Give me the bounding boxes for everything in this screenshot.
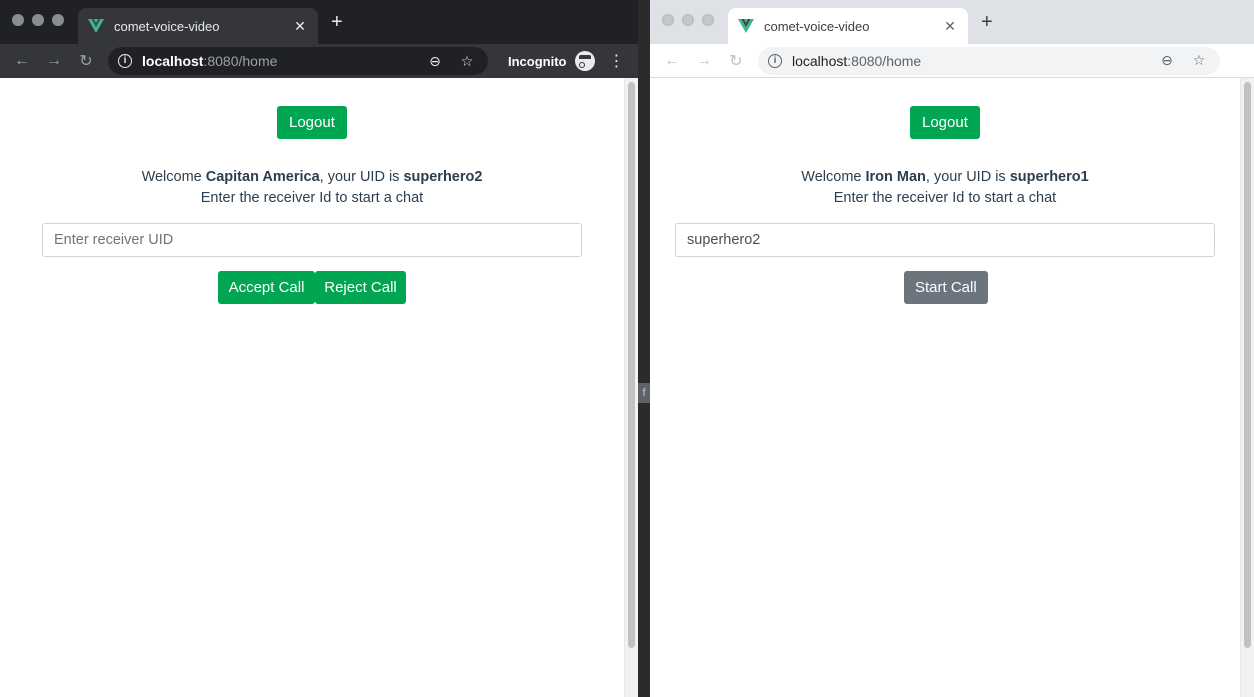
scrollbar[interactable] bbox=[1240, 78, 1254, 697]
user-uid: superhero2 bbox=[403, 169, 483, 185]
browser-tab[interactable]: comet-voice-video ✕ bbox=[728, 8, 968, 44]
menu-icon[interactable]: ⋮ bbox=[1248, 51, 1254, 71]
welcome-text: Welcome Iron Man, your UID is superhero1… bbox=[650, 167, 1240, 209]
incognito-label: Incognito bbox=[508, 53, 567, 69]
close-icon[interactable]: ✕ bbox=[292, 18, 308, 35]
url-path: :8080/home bbox=[203, 53, 278, 69]
star-icon[interactable]: ☆ bbox=[456, 53, 478, 70]
maximize-window-button[interactable] bbox=[52, 14, 64, 26]
browser-window-regular: comet-voice-video ✕ + ← → ↻ i localhost:… bbox=[650, 0, 1254, 697]
star-icon[interactable]: ☆ bbox=[1188, 52, 1210, 69]
user-name: Iron Man bbox=[865, 169, 926, 185]
browser-toolbar: ← → ↻ i localhost:8080/home ⊖ ☆ Incognit… bbox=[0, 44, 638, 78]
side-handle: f bbox=[638, 383, 650, 403]
forward-icon[interactable]: → bbox=[38, 52, 70, 70]
browser-toolbar: ← → ↻ i localhost:8080/home ⊖ ☆ ⋮ bbox=[650, 44, 1254, 78]
url-host: localhost bbox=[142, 53, 204, 69]
window-controls bbox=[662, 14, 714, 26]
info-icon[interactable]: i bbox=[768, 53, 782, 68]
receiver-uid-input[interactable]: Enter receiver UID bbox=[42, 223, 582, 257]
tab-strip: comet-voice-video ✕ + bbox=[650, 0, 1254, 44]
url-host: localhost bbox=[792, 52, 848, 69]
url-path: :8080/home bbox=[847, 52, 922, 69]
reject-call-button[interactable]: Reject Call bbox=[315, 271, 406, 304]
welcome-prefix: Welcome bbox=[801, 169, 862, 185]
page-content: Logout Welcome Iron Man, your UID is sup… bbox=[650, 78, 1240, 697]
scrollbar[interactable] bbox=[624, 78, 638, 697]
forward-icon[interactable]: → bbox=[688, 52, 720, 70]
scrollbar-thumb[interactable] bbox=[628, 82, 635, 648]
tab-title: comet-voice-video bbox=[764, 18, 870, 34]
url-text: localhost:8080/home bbox=[792, 53, 1146, 69]
page-content: Logout Welcome Capitan America, your UID… bbox=[0, 78, 624, 697]
info-icon[interactable]: i bbox=[118, 54, 132, 68]
scrollbar-thumb[interactable] bbox=[1244, 82, 1251, 648]
tab-strip: comet-voice-video ✕ + bbox=[0, 0, 638, 44]
close-window-button[interactable] bbox=[662, 14, 674, 26]
browser-tab[interactable]: comet-voice-video ✕ bbox=[78, 8, 318, 44]
welcome-prefix: Welcome bbox=[141, 169, 202, 185]
minimize-window-button[interactable] bbox=[32, 14, 44, 26]
close-window-button[interactable] bbox=[12, 14, 24, 26]
tab-title: comet-voice-video bbox=[114, 18, 220, 34]
welcome-line: Welcome Iron Man, your UID is superhero1 bbox=[650, 167, 1240, 188]
welcome-text: Welcome Capitan America, your UID is sup… bbox=[0, 167, 624, 209]
back-icon[interactable]: ← bbox=[656, 52, 688, 70]
welcome-line: Welcome Capitan America, your UID is sup… bbox=[0, 167, 624, 188]
minimize-window-button[interactable] bbox=[682, 14, 694, 26]
plus-icon[interactable]: + bbox=[981, 12, 993, 32]
accept-call-button[interactable]: Accept Call bbox=[218, 271, 315, 304]
instruction-text: Enter the receiver Id to start a chat bbox=[833, 190, 1057, 206]
back-icon[interactable]: ← bbox=[6, 52, 38, 70]
close-icon[interactable]: ✕ bbox=[942, 18, 958, 35]
uid-text: , your UID is bbox=[319, 169, 400, 185]
zoom-icon[interactable]: ⊖ bbox=[1156, 52, 1178, 69]
plus-icon[interactable]: + bbox=[331, 12, 343, 32]
instruction-text: Enter the receiver Id to start a chat bbox=[200, 190, 424, 206]
menu-icon[interactable]: ⋮ bbox=[605, 51, 629, 71]
incognito-icon[interactable] bbox=[574, 51, 595, 71]
window-gap: f bbox=[638, 0, 650, 697]
vue-logo-icon bbox=[88, 19, 104, 33]
zoom-icon[interactable]: ⊖ bbox=[424, 53, 446, 70]
url-text: localhost:8080/home bbox=[142, 53, 414, 69]
user-name: Capitan America bbox=[205, 169, 320, 185]
logout-button[interactable]: Logout bbox=[277, 106, 347, 139]
logout-button[interactable]: Logout bbox=[910, 106, 980, 139]
start-call-button[interactable]: Start Call bbox=[904, 271, 988, 304]
vue-logo-icon bbox=[738, 19, 754, 33]
receiver-uid-input[interactable]: superhero2 bbox=[675, 223, 1215, 257]
reload-icon[interactable]: ↻ bbox=[720, 51, 752, 71]
user-uid: superhero1 bbox=[1009, 169, 1089, 185]
uid-text: , your UID is bbox=[925, 169, 1006, 185]
window-controls bbox=[12, 14, 64, 26]
address-bar[interactable]: i localhost:8080/home ⊖ ☆ bbox=[758, 46, 1220, 75]
maximize-window-button[interactable] bbox=[702, 14, 714, 26]
reload-icon[interactable]: ↻ bbox=[70, 51, 102, 71]
browser-window-incognito: comet-voice-video ✕ + ← → ↻ i localhost:… bbox=[0, 0, 638, 697]
address-bar[interactable]: i localhost:8080/home ⊖ ☆ bbox=[108, 47, 488, 75]
